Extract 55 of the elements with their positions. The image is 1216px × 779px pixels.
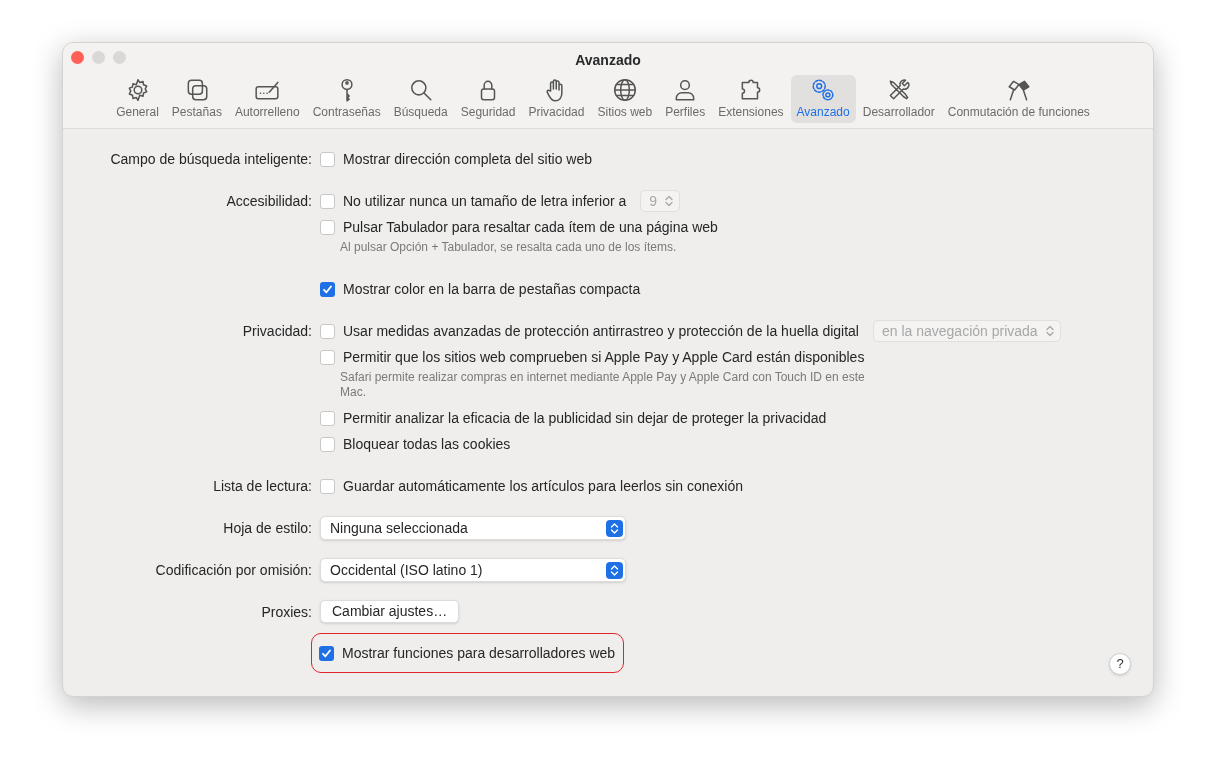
help-button[interactable]: ? xyxy=(1109,653,1131,675)
setting-label: Lista de lectura: xyxy=(213,478,312,494)
checkbox[interactable] xyxy=(320,478,335,494)
toolbar-tab[interactable]: Extensiones xyxy=(712,75,790,123)
select-field[interactable]: Ninguna seleccionada xyxy=(320,516,626,540)
checkbox[interactable] xyxy=(319,645,334,661)
up-down-chevron-icon xyxy=(1045,325,1054,337)
checkbox[interactable] xyxy=(320,219,335,235)
checkbox[interactable] xyxy=(320,281,335,297)
setting-label: Privacidad: xyxy=(242,323,312,339)
toolbar-tab[interactable]: Búsqueda xyxy=(387,75,454,123)
checkbox-label[interactable]: Guardar automáticamente los artículos para leerlos sin conexión xyxy=(343,475,743,497)
setting-label: Proxies: xyxy=(261,604,312,620)
checkbox-label[interactable]: Permitir analizar la eficacia de la publicidad sin dejar de proteger la privacidad xyxy=(343,407,827,429)
settings-button[interactable]: Cambiar ajustes… xyxy=(320,600,460,623)
minimize-button[interactable] xyxy=(92,51,105,64)
setting-label: Accesibilidad: xyxy=(226,193,312,209)
checkbox[interactable] xyxy=(320,349,335,365)
checkbox-label[interactable]: Usar medidas avanzadas de protección antirrastreo y protección de la huella digital xyxy=(343,320,859,342)
checkbox[interactable] xyxy=(320,410,335,426)
setting-label: Codificación por omisión: xyxy=(155,562,312,578)
checkbox-label[interactable]: Pulsar Tabulador para resaltar cada ítem de una página web xyxy=(343,216,718,238)
toolbar-tab[interactable]: Conmutación de funciones xyxy=(941,75,1096,123)
checkbox[interactable] xyxy=(320,436,335,452)
toolbar-tab[interactable]: Perfiles xyxy=(659,75,712,123)
checkbox-label[interactable]: No utilizar nunca un tamaño de letra inferior a xyxy=(343,190,627,212)
setting-label: Campo de búsqueda inteligente: xyxy=(110,151,312,167)
toolbar-tab[interactable]: Autorrelleno xyxy=(228,75,306,123)
window-title: Avanzado xyxy=(575,52,641,68)
setting-label: Hoja de estilo: xyxy=(223,520,312,536)
checkbox-label[interactable]: Mostrar funciones para desarrolladores web xyxy=(342,642,616,664)
checkbox-label[interactable]: Bloquear todas las cookies xyxy=(343,433,511,455)
checkbox[interactable] xyxy=(320,151,335,167)
close-button[interactable] xyxy=(71,51,84,64)
toolbar-tab[interactable]: Privacidad xyxy=(522,75,591,123)
zoom-button[interactable] xyxy=(113,51,126,64)
toolbar-tab[interactable]: Desarrollador xyxy=(856,75,941,123)
checkbox[interactable] xyxy=(320,193,335,209)
globe-icon xyxy=(611,77,638,103)
checkbox[interactable] xyxy=(320,323,335,339)
up-down-chevron-icon xyxy=(665,195,674,207)
toolbar-tab[interactable]: Contraseñas xyxy=(306,75,387,123)
up-down-chevron-icon xyxy=(606,519,623,537)
checkbox-label[interactable]: Mostrar color en la barra de pestañas compacta xyxy=(343,278,641,300)
toolbar-tab[interactable]: Pestañas xyxy=(165,75,228,123)
hint-text: Al pulsar Opción + Tabulador, se resalta cada uno de los ítems. xyxy=(339,240,678,255)
toolbar-tab[interactable]: Sitios web xyxy=(591,75,659,123)
up-down-chevron-icon xyxy=(606,561,623,579)
select-field[interactable]: Occidental (ISO latino 1) xyxy=(320,558,626,582)
toolbar-tab[interactable]: General xyxy=(110,75,165,123)
checkbox-label[interactable]: Permitir que los sitios web comprueben si Apple Pay y Apple Card están disponibles xyxy=(343,346,865,368)
hint-text: Safari permite realizar compras en internet mediante Apple Pay y Apple Card con Touch ID en este Mac. xyxy=(339,370,866,400)
toolbar-tab[interactable]: Seguridad xyxy=(454,75,522,123)
checkbox-label[interactable]: Mostrar dirección completa del sitio web xyxy=(343,148,592,170)
toolbar-tab[interactable]: Avanzado xyxy=(790,75,856,123)
